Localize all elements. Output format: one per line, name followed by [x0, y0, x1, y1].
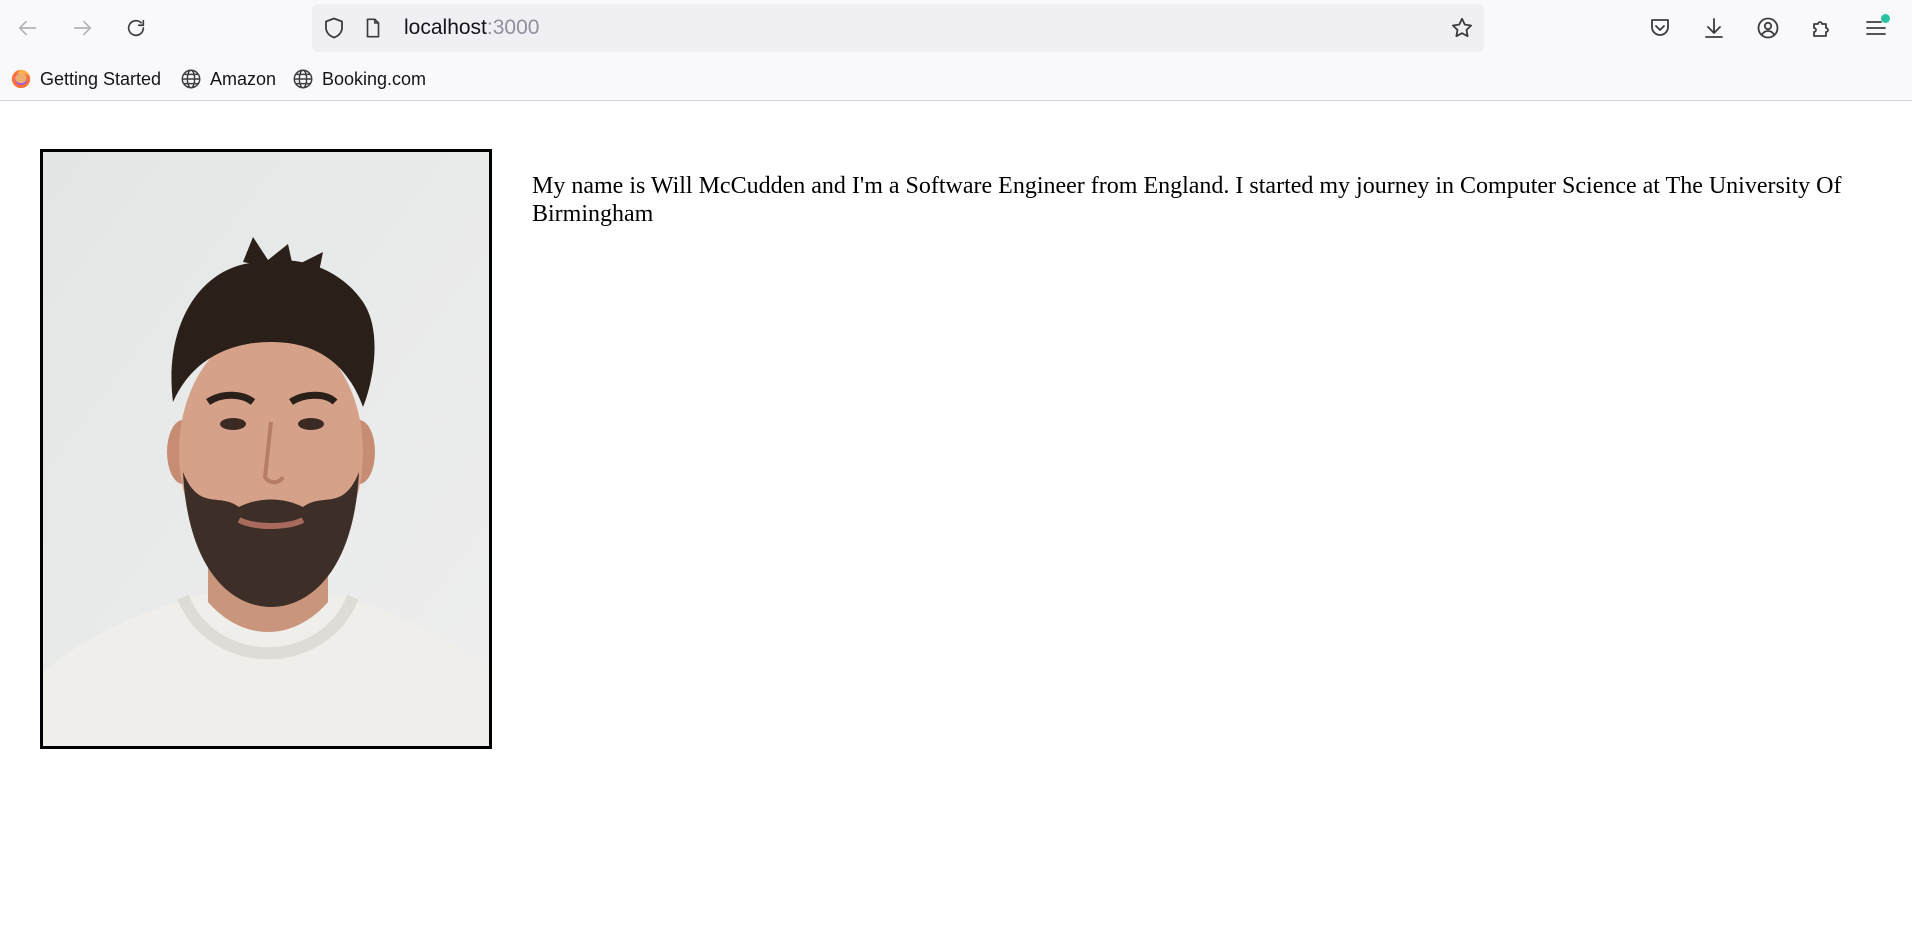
account-button[interactable] [1750, 10, 1786, 46]
bookmark-getting-started[interactable]: Getting Started [10, 66, 161, 92]
extensions-button[interactable] [1804, 10, 1840, 46]
firefox-icon [11, 69, 31, 89]
bookmark-booking[interactable]: Booking.com [292, 66, 426, 92]
url-text[interactable]: localhost:3000 [404, 16, 539, 40]
page-icon [366, 18, 380, 38]
browser-toolbar: localhost:3000 [0, 0, 1912, 56]
arrow-right-icon [73, 20, 92, 36]
star-icon[interactable] [1450, 16, 1474, 40]
reload-button[interactable] [116, 8, 156, 48]
download-icon [1705, 18, 1723, 38]
globe-icon [293, 69, 313, 89]
bookmark-label: Getting Started [40, 68, 162, 89]
portrait-image [43, 152, 489, 746]
update-badge-dot [1881, 14, 1890, 23]
url-port: :3000 [486, 16, 540, 39]
reload-icon [127, 19, 145, 37]
account-icon [1757, 17, 1779, 39]
pocket-button[interactable] [1642, 10, 1678, 46]
pocket-icon [1651, 19, 1669, 36]
bookmark-amazon[interactable]: Amazon [180, 66, 276, 92]
shield-icon[interactable] [322, 16, 346, 40]
globe-icon [181, 69, 201, 89]
bio-paragraph: My name is Will McCudden and I'm a Softw… [532, 173, 1842, 227]
arrow-left-icon [18, 20, 37, 36]
address-bar[interactable]: localhost:3000 [312, 4, 1484, 52]
menu-button[interactable] [1858, 10, 1894, 46]
page-content: My name is Will McCudden and I'm a Softw… [0, 101, 1912, 936]
downloads-button[interactable] [1696, 10, 1732, 46]
bookmark-label: Booking.com [322, 68, 427, 89]
bookmark-label: Amazon [210, 68, 277, 89]
puzzle-icon [1813, 21, 1829, 37]
profile-photo [40, 149, 492, 749]
forward-button[interactable] [62, 8, 102, 48]
back-button[interactable] [8, 8, 48, 48]
bookmarks-toolbar: Getting Started Amazon Booking.com [0, 56, 1912, 101]
url-host: localhost [404, 16, 487, 39]
